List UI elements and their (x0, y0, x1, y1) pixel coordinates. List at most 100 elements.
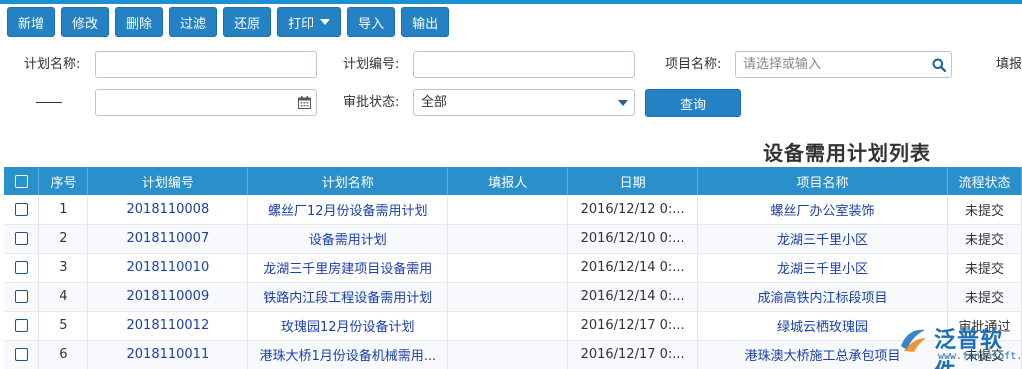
filter-button[interactable]: 过滤 (169, 7, 218, 37)
plan-no-input[interactable] (413, 51, 635, 78)
date-cell: 2016/12/10 0:... (567, 224, 699, 254)
header-project-name[interactable]: 项目名称 (697, 167, 948, 195)
date-cell: 2016/12/14 0:... (567, 282, 699, 312)
project-name-link[interactable]: 龙湖三千里小区 (697, 253, 948, 283)
header-reporter[interactable]: 填报人 (447, 167, 569, 195)
brand-watermark: 泛普软件 www.fanpusoft.com (888, 318, 1022, 369)
row-select (4, 224, 40, 254)
plan-name-link[interactable]: 铁路内江段工程设备需用计划 (247, 282, 449, 312)
reporter-label: 填报 (996, 57, 1022, 72)
table-row[interactable]: 6 2018110011 港珠大桥1月份设备机械需用... 2016/12/17… (4, 340, 1022, 369)
header-flow-status[interactable]: 流程状态 (947, 167, 1022, 195)
reporter-cell (447, 311, 569, 341)
project-name-label: 项目名称: (665, 57, 722, 72)
plan-name-input[interactable] (95, 51, 317, 78)
row-select (4, 282, 40, 312)
header-date[interactable]: 日期 (567, 167, 699, 195)
row-checkbox[interactable] (14, 202, 28, 216)
table-row[interactable]: 3 2018110010 龙湖三千里房建项目设备需用 2016/12/14 0:… (4, 253, 1022, 283)
header-plan-code[interactable]: 计划编号 (87, 167, 249, 195)
approval-status-label: 审批状态: (343, 95, 400, 110)
plan-name-label: 计划名称: (24, 57, 81, 72)
plan-code-link[interactable]: 2018110011 (87, 340, 249, 369)
table-row[interactable]: 1 2018110008 螺丝厂12月份设备需用计划 2016/12/12 0:… (4, 195, 1022, 225)
print-button[interactable]: 打印 (277, 7, 342, 37)
plan-name-link[interactable]: 港珠大桥1月份设备机械需用... (247, 340, 449, 369)
plan-name-link[interactable]: 龙湖三千里房建项目设备需用 (247, 253, 449, 283)
row-index: 2 (38, 224, 89, 254)
toolbar: 新增 修改 删除 过滤 还原 打印 导入 输出 (7, 7, 450, 37)
edit-button[interactable]: 修改 (61, 7, 110, 37)
reporter-cell (447, 253, 569, 283)
date-cell: 2016/12/12 0:... (567, 195, 699, 225)
table-header-row: 序号 计划编号 计划名称 填报人 日期 项目名称 流程状态 (4, 167, 1022, 195)
approval-status-select[interactable]: 全部 (413, 89, 635, 116)
plan-code-link[interactable]: 2018110012 (87, 311, 249, 341)
project-search-placeholder: 请选择或输入 (743, 57, 822, 72)
plan-table: 序号 计划编号 计划名称 填报人 日期 项目名称 流程状态 1 20181100… (4, 167, 1022, 369)
query-button[interactable]: 查询 (645, 89, 741, 117)
row-checkbox[interactable] (14, 261, 28, 274)
project-name-link[interactable]: 成渝高铁内江标段项目 (697, 282, 948, 312)
select-all-cell (4, 167, 40, 195)
date-cell: 2016/12/14 0:... (567, 253, 699, 283)
plan-code-link[interactable]: 2018110009 (87, 282, 249, 312)
plan-name-link[interactable]: 设备需用计划 (247, 224, 449, 254)
add-button[interactable]: 新增 (7, 7, 56, 37)
row-index: 5 (38, 311, 89, 341)
top-accent-bar (0, 0, 1022, 4)
table-row[interactable]: 4 2018110009 铁路内江段工程设备需用计划 2016/12/14 0:… (4, 282, 1022, 312)
row-select (4, 340, 40, 369)
row-checkbox[interactable] (14, 319, 28, 332)
plan-name-link[interactable]: 玫瑰园12月份设备计划 (247, 311, 449, 341)
reporter-cell (447, 224, 569, 254)
plan-code-link[interactable]: 2018110008 (87, 195, 249, 225)
row-checkbox[interactable] (14, 290, 28, 303)
select-all-checkbox[interactable] (14, 174, 28, 188)
delete-button[interactable]: 删除 (115, 7, 164, 37)
approval-status-value: 全部 (421, 95, 448, 110)
flow-status-cell: 未提交 (947, 282, 1022, 312)
date-range-dash (36, 102, 62, 103)
reporter-cell (447, 195, 569, 225)
restore-button[interactable]: 还原 (223, 7, 272, 37)
date-cell: 2016/12/17 0:... (567, 340, 699, 369)
project-name-link[interactable]: 龙湖三千里小区 (697, 224, 948, 254)
flow-status-cell: 未提交 (947, 224, 1022, 254)
brand-logo-icon (901, 329, 926, 352)
table-row[interactable]: 5 2018110012 玫瑰园12月份设备计划 2016/12/17 0:..… (4, 311, 1022, 341)
flow-status-cell: 未提交 (947, 195, 1022, 225)
plan-code-link[interactable]: 2018110010 (87, 253, 249, 283)
print-button-label: 打印 (288, 16, 315, 32)
reporter-cell (447, 282, 569, 312)
plan-code-link[interactable]: 2018110007 (87, 224, 249, 254)
header-plan-name[interactable]: 计划名称 (247, 167, 449, 195)
dropdown-arrow-icon (618, 100, 628, 106)
list-title: 设备需用计划列表 (763, 141, 931, 165)
plan-no-label: 计划编号: (343, 57, 400, 72)
reporter-cell (447, 340, 569, 369)
row-index: 1 (38, 195, 89, 225)
brand-url: www.fanpusoft.com (938, 351, 1022, 362)
plan-name-link[interactable]: 螺丝厂12月份设备需用计划 (247, 195, 449, 225)
chevron-down-icon (320, 19, 331, 25)
row-select (4, 253, 40, 283)
row-index: 6 (38, 340, 89, 369)
date-cell: 2016/12/17 0:... (567, 311, 699, 341)
row-select (4, 195, 40, 225)
flow-status-cell: 未提交 (947, 253, 1022, 283)
row-index: 4 (38, 282, 89, 312)
project-search-input[interactable]: 请选择或输入 (735, 51, 952, 78)
calendar-icon[interactable] (298, 96, 311, 109)
date-input[interactable] (95, 89, 317, 116)
row-index: 3 (38, 253, 89, 283)
project-name-link[interactable]: 螺丝厂办公室装饰 (697, 195, 948, 225)
row-select (4, 311, 40, 341)
row-checkbox[interactable] (14, 348, 28, 361)
import-button[interactable]: 导入 (347, 7, 396, 37)
header-index[interactable]: 序号 (38, 167, 89, 195)
table-row[interactable]: 2 2018110007 设备需用计划 2016/12/10 0:... 龙湖三… (4, 224, 1022, 254)
row-checkbox[interactable] (14, 232, 28, 245)
export-button[interactable]: 输出 (401, 7, 450, 37)
search-icon[interactable] (932, 58, 946, 72)
